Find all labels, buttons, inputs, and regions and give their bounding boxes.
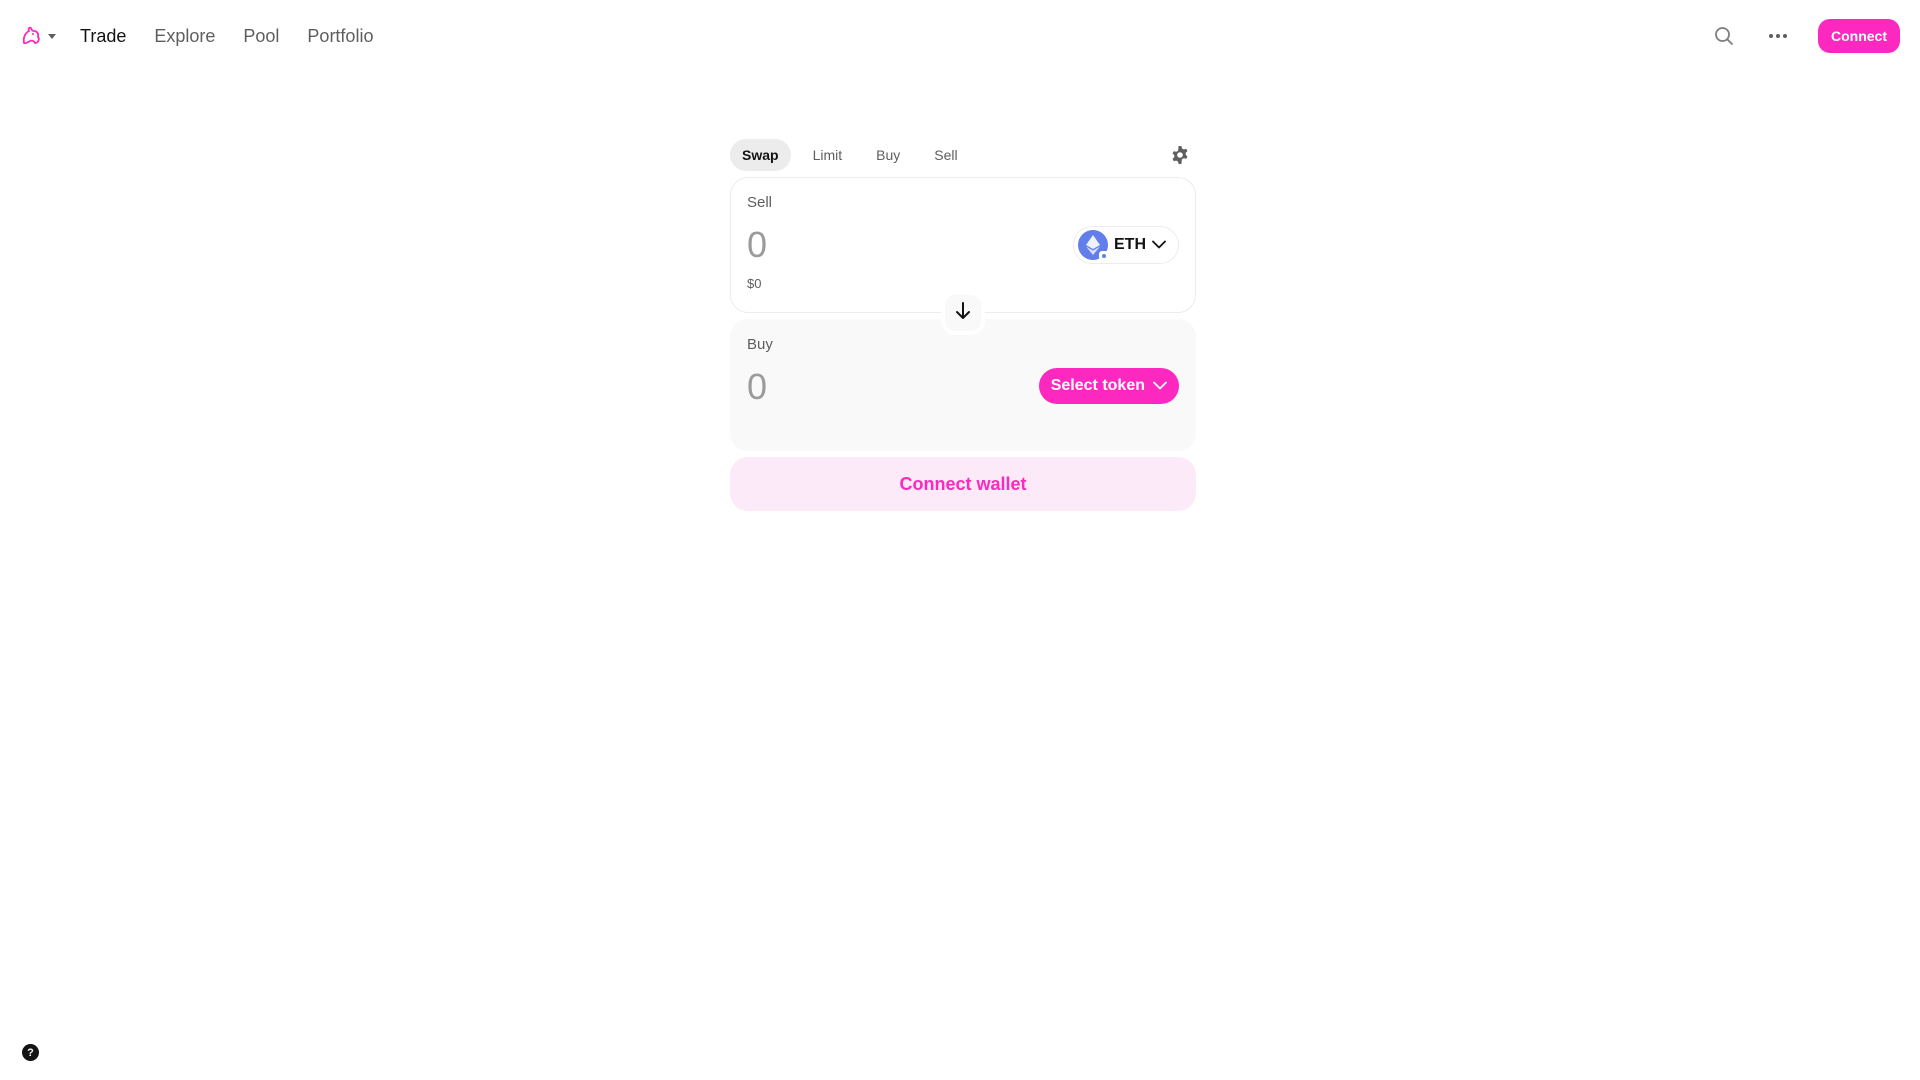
nav-link-portfolio[interactable]: Portfolio xyxy=(307,26,373,47)
tab-swap[interactable]: Swap xyxy=(730,139,791,171)
sell-token-symbol: ETH xyxy=(1114,236,1146,253)
connect-button[interactable]: Connect xyxy=(1818,19,1900,53)
tab-buy[interactable]: Buy xyxy=(864,139,912,171)
gear-icon[interactable] xyxy=(1170,145,1190,165)
nav-links: Trade Explore Pool Portfolio xyxy=(80,26,373,47)
logo-menu[interactable] xyxy=(20,25,56,47)
buy-label: Buy xyxy=(747,336,773,353)
search-icon[interactable] xyxy=(1710,22,1738,50)
eth-token-icon xyxy=(1078,230,1109,261)
sell-usd-value: $0 xyxy=(747,276,762,291)
swap-widget: Swap Limit Buy Sell Sell 0 $0 ETH Buy 0 … xyxy=(730,139,1196,511)
buy-amount-input[interactable]: 0 xyxy=(747,366,767,408)
buy-panel: Buy 0 Select token xyxy=(730,319,1196,451)
top-nav: Trade Explore Pool Portfolio Connect xyxy=(0,0,1920,72)
switch-tokens-button[interactable] xyxy=(941,291,985,335)
nav-actions: Connect xyxy=(1710,19,1900,53)
sell-label: Sell xyxy=(747,194,773,211)
network-badge-icon xyxy=(1099,251,1109,261)
chevron-down-icon xyxy=(1153,377,1167,395)
chevron-down-icon xyxy=(1152,236,1166,254)
nav-link-trade[interactable]: Trade xyxy=(80,26,126,47)
more-horizontal-icon[interactable] xyxy=(1764,22,1792,50)
nav-link-pool[interactable]: Pool xyxy=(243,26,279,47)
sell-token-selector[interactable]: ETH xyxy=(1073,226,1179,264)
tab-limit[interactable]: Limit xyxy=(801,139,855,171)
nav-link-explore[interactable]: Explore xyxy=(154,26,215,47)
connect-wallet-button[interactable]: Connect wallet xyxy=(730,457,1196,511)
arrow-down-icon xyxy=(955,301,971,325)
sell-amount-input[interactable]: 0 xyxy=(747,224,767,266)
caret-down-icon xyxy=(48,32,56,40)
swap-tabs: Swap Limit Buy Sell xyxy=(730,139,1196,171)
uniswap-unicorn-icon xyxy=(20,25,42,47)
select-token-label: Select token xyxy=(1050,377,1145,394)
tab-sell[interactable]: Sell xyxy=(922,139,969,171)
help-button[interactable]: ? xyxy=(22,1044,39,1061)
select-token-button[interactable]: Select token xyxy=(1038,368,1179,404)
